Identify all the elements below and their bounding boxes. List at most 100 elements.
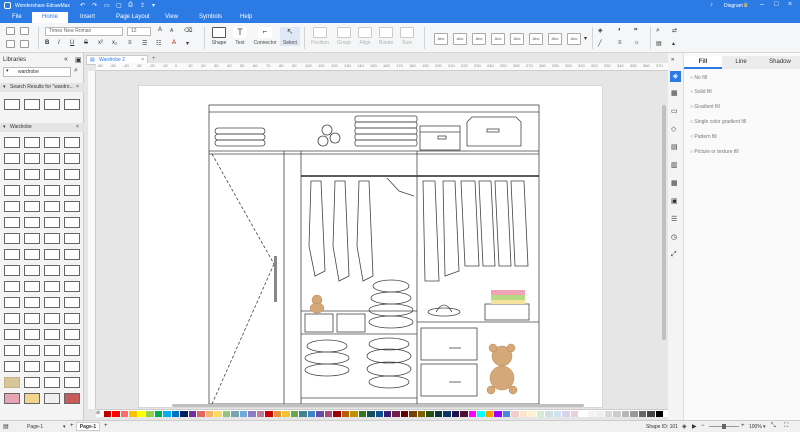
color-swatch[interactable] <box>468 411 477 417</box>
fill-icon[interactable]: ◈ <box>598 27 603 34</box>
add-page-tab-icon[interactable]: + <box>104 423 108 429</box>
color-swatch[interactable] <box>163 411 171 417</box>
menu-file[interactable]: File <box>12 14 22 20</box>
play-icon[interactable]: ▶ <box>692 423 697 430</box>
fill-option-single-gradient[interactable]: ○ Single color gradient fill <box>690 119 746 125</box>
wardrobe-shape-item[interactable] <box>4 265 20 276</box>
wardrobe-shape-item[interactable] <box>4 361 20 372</box>
library-search-input[interactable]: wardrobe <box>3 67 71 77</box>
open-folder-icon[interactable]: ▢ <box>116 2 122 9</box>
wardrobe-shape-item[interactable] <box>64 201 80 212</box>
color-swatch[interactable] <box>171 411 180 417</box>
color-swatch[interactable] <box>367 411 375 417</box>
page-layout-icon[interactable]: ▤ <box>3 423 9 430</box>
color-swatch[interactable] <box>104 411 112 417</box>
zoom-level[interactable]: 100% <box>749 424 762 430</box>
wardrobe-shape-item[interactable] <box>64 233 80 244</box>
group-button[interactable]: Group <box>334 27 354 46</box>
paste-icon[interactable] <box>6 40 15 48</box>
color-swatch[interactable] <box>265 411 273 417</box>
shape-tool-button[interactable]: Shape <box>208 27 230 46</box>
color-swatch[interactable] <box>188 411 197 417</box>
horizontal-scrollbar[interactable] <box>172 404 584 407</box>
bold-icon[interactable]: B <box>45 40 49 46</box>
wardrobe-shape-item[interactable] <box>4 185 20 196</box>
wardrobe-shape-item[interactable] <box>64 377 80 388</box>
chart-icon[interactable]: ▥ <box>671 161 678 169</box>
color-swatch[interactable] <box>409 411 417 417</box>
page-select[interactable]: Page-1 <box>27 424 43 430</box>
page-icon[interactable]: ▤ <box>671 143 678 151</box>
menu-page-layout[interactable]: Page Layout <box>116 14 150 20</box>
wardrobe-shape-item[interactable] <box>4 233 20 244</box>
color-swatch[interactable] <box>587 411 596 417</box>
color-swatch[interactable] <box>197 411 205 417</box>
image-icon[interactable]: ▭ <box>671 107 678 115</box>
color-swatch[interactable] <box>553 411 562 417</box>
wardrobe-shape-item[interactable] <box>4 137 20 148</box>
menu-help[interactable]: Help <box>240 14 252 20</box>
color-swatch[interactable] <box>519 411 528 417</box>
numbered-list-icon[interactable]: ☷ <box>156 40 161 47</box>
layers-icon[interactable]: ◇ <box>671 125 676 133</box>
search-results-close-icon[interactable]: × <box>76 84 79 90</box>
wardrobe-shape-item[interactable] <box>24 377 40 388</box>
cut-icon[interactable] <box>6 27 15 35</box>
color-swatch[interactable] <box>400 411 409 417</box>
style-swatch-5[interactable]: Abc <box>510 33 524 45</box>
color-swatch[interactable] <box>324 411 333 417</box>
wardrobe-shape-item[interactable] <box>24 345 40 356</box>
color-swatch[interactable] <box>375 411 383 417</box>
wardrobe-shape-item[interactable] <box>44 233 60 244</box>
wardrobe-shape-item[interactable] <box>44 313 60 324</box>
wardrobe-shape-item[interactable] <box>64 137 80 148</box>
strikethrough-icon[interactable]: S <box>84 40 88 46</box>
search-results-header[interactable]: Search Results for "wardro... <box>0 83 84 92</box>
history-icon[interactable]: ◷ <box>671 233 677 241</box>
shadow-icon[interactable]: ≡ <box>618 40 622 46</box>
wardrobe-shape-item[interactable] <box>44 137 60 148</box>
style-swatch-8[interactable]: Abc <box>567 33 581 45</box>
wardrobe-shape-item[interactable] <box>4 249 20 260</box>
font-name-select[interactable]: Times New Roman <box>45 27 123 36</box>
fill-option-pattern[interactable]: ○ Pattern fill <box>690 134 717 140</box>
wardrobe-shape-item[interactable] <box>44 345 60 356</box>
copy-icon[interactable] <box>20 27 29 35</box>
wardrobe-collapse-icon[interactable]: ▾ <box>3 124 6 130</box>
undo-icon[interactable]: ↶ <box>80 2 85 9</box>
result-shape-3[interactable] <box>44 99 60 110</box>
search-results-collapse-icon[interactable]: ▾ <box>3 84 6 90</box>
color-swatch[interactable] <box>137 411 146 417</box>
wardrobe-shape-item[interactable] <box>24 217 40 228</box>
wardrobe-shape-item[interactable] <box>4 297 20 308</box>
clear-format-icon[interactable]: ⌫ <box>184 27 192 34</box>
wardrobe-shape-item[interactable] <box>4 153 20 164</box>
color-swatch[interactable] <box>222 411 231 417</box>
table-icon[interactable]: ▦ <box>671 179 678 187</box>
color-swatch[interactable] <box>502 411 511 417</box>
color-swatch[interactable] <box>604 411 613 417</box>
increase-font-icon[interactable]: A <box>158 27 162 33</box>
color-swatch[interactable] <box>358 411 367 417</box>
rotate-button[interactable]: Rotate <box>376 27 396 46</box>
menu-view[interactable]: View <box>165 14 178 20</box>
wardrobe-shape-item[interactable] <box>24 313 40 324</box>
color-swatch[interactable] <box>273 411 282 417</box>
wardrobe-shape-item[interactable] <box>24 393 40 404</box>
wardrobe-shape-item[interactable] <box>64 329 80 340</box>
wardrobe-shape-item[interactable] <box>4 393 20 404</box>
collapse-panel-icon[interactable]: « <box>64 56 68 63</box>
crop-icon[interactable]: ⌗ <box>634 27 637 34</box>
style-swatch-3[interactable]: Abc <box>472 33 486 45</box>
add-page-icon[interactable]: + <box>70 423 74 429</box>
fill-option-solid[interactable]: ○ Solid fill <box>690 89 712 95</box>
color-swatch[interactable] <box>333 411 341 417</box>
minimize-icon[interactable]: – <box>760 1 764 8</box>
select-tool-button[interactable]: ↖ Select <box>280 27 300 46</box>
font-size-select[interactable]: 12 <box>127 27 151 36</box>
wardrobe-shape-item[interactable] <box>64 297 80 308</box>
wardrobe-drawing[interactable] <box>139 86 604 409</box>
color-swatch[interactable] <box>341 411 350 417</box>
color-swatch[interactable] <box>647 411 655 417</box>
wardrobe-section-header[interactable]: Wardrobe <box>0 123 84 132</box>
